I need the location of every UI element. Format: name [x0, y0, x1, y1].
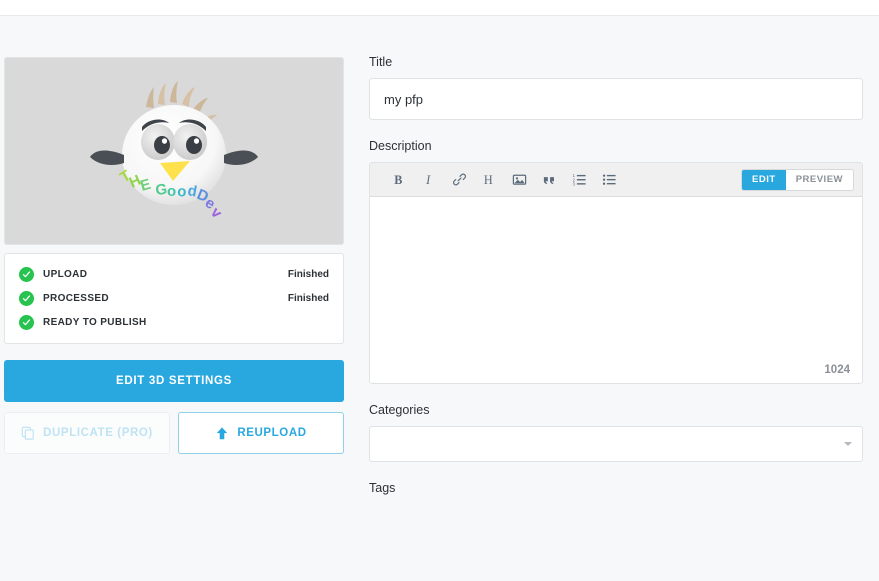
italic-icon[interactable]: I	[414, 167, 444, 193]
svg-text:I: I	[425, 173, 431, 187]
check-circle-icon	[19, 290, 34, 306]
processing-status-list: UPLOAD Finished PROCESSED Finished READY…	[4, 253, 344, 344]
svg-text:o: o	[167, 183, 176, 200]
description-textarea[interactable]	[370, 197, 862, 383]
title-label: Title	[369, 55, 393, 69]
upload-arrow-icon	[215, 426, 229, 441]
description-editor: B I H 1 2 3 EDIT PREVIEW 1024	[369, 162, 863, 384]
check-circle-icon	[19, 314, 34, 330]
status-value: Finished	[287, 292, 329, 304]
title-input[interactable]	[369, 78, 863, 120]
bold-icon[interactable]: B	[384, 167, 414, 193]
duplicate-pro-label: DUPLICATE (PRO)	[43, 427, 153, 439]
reupload-button[interactable]: REUPLOAD	[178, 412, 344, 454]
status-row: READY TO PUBLISH	[19, 310, 329, 334]
link-icon[interactable]	[444, 167, 474, 193]
status-value: Finished	[287, 268, 329, 280]
svg-text:H: H	[483, 173, 492, 187]
reupload-label: REUPLOAD	[237, 427, 307, 439]
categories-select[interactable]	[369, 426, 863, 462]
tags-label: Tags	[369, 481, 396, 495]
image-icon[interactable]	[504, 167, 534, 193]
asset-thumbnail[interactable]: T H E G o o d D e v	[4, 57, 344, 245]
status-row: UPLOAD Finished	[19, 262, 329, 286]
svg-text:3: 3	[572, 181, 575, 186]
check-circle-icon	[19, 266, 34, 282]
tab-edit[interactable]: EDIT	[742, 169, 786, 190]
editor-body: 1024	[370, 197, 862, 383]
duplicate-icon	[21, 426, 35, 440]
page-root: T H E G o o d D e v UPLOAD Finished PROC…	[0, 0, 879, 581]
svg-text:B: B	[394, 173, 402, 187]
categories-label: Categories	[369, 403, 430, 417]
status-row: PROCESSED Finished	[19, 286, 329, 310]
right-panel: Title Description B I	[345, 17, 879, 504]
status-label: READY TO PUBLISH	[43, 316, 147, 328]
bird-character-icon: T H E G o o d D e v	[90, 81, 258, 222]
chevron-down-icon	[844, 442, 852, 446]
top-bar	[0, 0, 879, 16]
status-label: UPLOAD	[43, 268, 88, 280]
quote-icon[interactable]	[534, 167, 564, 193]
edit-3d-settings-button[interactable]: EDIT 3D SETTINGS	[4, 360, 344, 402]
heading-icon[interactable]: H	[474, 167, 504, 193]
editor-mode-toggle: EDIT PREVIEW	[741, 168, 854, 191]
editor-toolbar: B I H 1 2 3 EDIT PREVIEW	[370, 163, 862, 197]
duplicate-pro-button[interactable]: DUPLICATE (PRO)	[4, 412, 170, 454]
character-counter: 1024	[824, 364, 850, 376]
secondary-action-row: DUPLICATE (PRO) REUPLOAD	[4, 412, 344, 454]
tab-preview[interactable]: PREVIEW	[785, 169, 853, 190]
description-label: Description	[369, 139, 432, 153]
unordered-list-icon[interactable]	[594, 167, 624, 193]
main-content: T H E G o o d D e v UPLOAD Finished PROC…	[0, 17, 879, 555]
ordered-list-icon[interactable]: 1 2 3	[564, 167, 594, 193]
left-panel: T H E G o o d D e v UPLOAD Finished PROC…	[0, 17, 345, 454]
status-label: PROCESSED	[43, 292, 109, 304]
